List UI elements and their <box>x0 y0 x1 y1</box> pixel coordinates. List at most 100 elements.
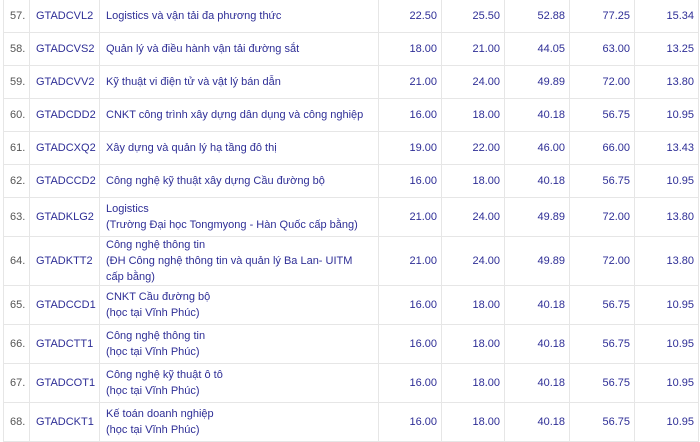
row-number: 67. <box>3 363 30 403</box>
row-number: 58. <box>3 32 30 66</box>
score-cell: 13.80 <box>634 236 699 286</box>
program-name: Logistics và vận tải đa phương thức <box>106 10 282 22</box>
score-cell: 18.00 <box>441 98 505 132</box>
score-cell: 16.00 <box>378 402 442 442</box>
program-name-cell: CNKT công trình xây dựng dân dụng và côn… <box>99 98 379 132</box>
score-cell: 18.00 <box>441 363 505 403</box>
row-number: 61. <box>3 131 30 165</box>
score-cell: 10.95 <box>634 285 699 325</box>
score-cell: 63.00 <box>569 32 635 66</box>
row-number: 57. <box>3 0 30 33</box>
score-cell: 21.00 <box>378 197 442 237</box>
table-row: 57. GTADCVL2 Logistics và vận tải đa phươn… <box>3 0 699 33</box>
program-name-cell: Công nghệ kỹ thuật xây dựng Cầu đường bộ <box>99 164 379 198</box>
program-name: Quản lý và điều hành vận tải đường sắt <box>106 43 300 55</box>
score-cell: 10.95 <box>634 98 699 132</box>
program-note: (học tại Vĩnh Phúc) <box>106 346 200 358</box>
program-name: Công nghệ thông tin <box>106 239 206 251</box>
score-cell: 18.00 <box>441 402 505 442</box>
table-row: 66. GTADCTT1 Công nghệ thông tin (học tại V… <box>3 324 699 364</box>
program-name: Kỹ thuật vi điện tử và vật lý bán dẫn <box>106 76 281 88</box>
program-name-cell: Kế toán doanh nghiệp (học tại Vĩnh Phúc) <box>99 402 379 442</box>
table-row: 60. GTADCDD2 CNKT công trình xây dựng dân … <box>3 98 699 132</box>
table-row: 58. GTADCVS2 Quản lý và điều hành vận tải … <box>3 32 699 66</box>
score-cell: 10.95 <box>634 363 699 403</box>
program-name: Công nghệ kỹ thuật xây dựng Cầu đường bộ <box>106 175 325 187</box>
program-code: GTADKTT2 <box>29 236 100 286</box>
program-name: Công nghệ kỹ thuật ô tô <box>106 369 223 381</box>
row-number: 64. <box>3 236 30 286</box>
score-cell: 49.89 <box>504 65 570 99</box>
program-name: CNKT Cầu đường bộ <box>106 291 211 303</box>
score-cell: 10.95 <box>634 402 699 442</box>
score-cell: 13.43 <box>634 131 699 165</box>
program-code: GTADCXQ2 <box>29 131 100 165</box>
score-cell: 22.50 <box>378 0 442 33</box>
row-number: 66. <box>3 324 30 364</box>
program-name-cell: Công nghệ kỹ thuật ô tô (học tại Vĩnh Phú… <box>99 363 379 403</box>
score-cell: 13.25 <box>634 32 699 66</box>
score-cell: 40.18 <box>504 363 570 403</box>
score-cell: 13.80 <box>634 197 699 237</box>
program-name-cell: Logistics (Trường Đại học Tongmyong - Hàn… <box>99 197 379 237</box>
score-cell: 24.00 <box>441 197 505 237</box>
program-code: GTADCDD2 <box>29 98 100 132</box>
row-number: 60. <box>3 98 30 132</box>
row-number: 62. <box>3 164 30 198</box>
score-cell: 16.00 <box>378 324 442 364</box>
score-cell: 40.18 <box>504 164 570 198</box>
score-cell: 56.75 <box>569 285 635 325</box>
program-note: (ĐH Công nghệ thông tin và quản lý Ba La… <box>106 255 353 283</box>
score-cell: 66.00 <box>569 131 635 165</box>
program-code: GTADCCD2 <box>29 164 100 198</box>
program-name-cell: Công nghệ thông tin (học tại Vĩnh Phúc) <box>99 324 379 364</box>
score-cell: 16.00 <box>378 285 442 325</box>
score-cell: 18.00 <box>441 324 505 364</box>
score-cell: 10.95 <box>634 164 699 198</box>
score-cell: 40.18 <box>504 402 570 442</box>
program-name: Công nghệ thông tin <box>106 330 206 342</box>
program-name: CNKT công trình xây dựng dân dụng và côn… <box>106 109 364 121</box>
row-number: 59. <box>3 65 30 99</box>
program-name-cell: Công nghệ thông tin (ĐH Công nghệ thông t… <box>99 236 379 286</box>
program-name-cell: CNKT Cầu đường bộ (học tại Vĩnh Phúc) <box>99 285 379 325</box>
score-cell: 40.18 <box>504 324 570 364</box>
score-cell: 49.89 <box>504 197 570 237</box>
score-cell: 13.80 <box>634 65 699 99</box>
score-cell: 56.75 <box>569 98 635 132</box>
score-cell: 44.05 <box>504 32 570 66</box>
score-cell: 21.00 <box>378 65 442 99</box>
program-code: GTADKLG2 <box>29 197 100 237</box>
score-cell: 16.00 <box>378 98 442 132</box>
score-cell: 56.75 <box>569 164 635 198</box>
table-row: 64. GTADKTT2 Công nghệ thông tin (ĐH Công n… <box>3 236 699 286</box>
score-cell: 40.18 <box>504 285 570 325</box>
score-cell: 15.34 <box>634 0 699 33</box>
score-cell: 18.00 <box>441 164 505 198</box>
program-name: Xây dựng và quản lý hạ tầng đô thị <box>106 142 277 154</box>
score-cell: 22.00 <box>441 131 505 165</box>
program-note: (học tại Vĩnh Phúc) <box>106 385 200 397</box>
program-note: (học tại Vĩnh Phúc) <box>106 424 200 436</box>
program-code: GTADCKT1 <box>29 402 100 442</box>
score-cell: 18.00 <box>378 32 442 66</box>
admission-score-table: 57. GTADCVL2 Logistics và vận tải đa phươn… <box>3 0 699 442</box>
score-cell: 25.50 <box>441 0 505 33</box>
score-cell: 21.00 <box>441 32 505 66</box>
program-note: (Trường Đại học Tongmyong - Hàn Quốc cấp… <box>106 219 358 231</box>
score-cell: 77.25 <box>569 0 635 33</box>
program-name-cell: Logistics và vận tải đa phương thức <box>99 0 379 33</box>
score-cell: 52.88 <box>504 0 570 33</box>
program-name: Logistics <box>106 203 149 215</box>
program-name: Kế toán doanh nghiệp <box>106 408 214 420</box>
table-row: 68. GTADCKT1 Kế toán doanh nghiệp (học tại … <box>3 402 699 442</box>
score-cell: 72.00 <box>569 65 635 99</box>
row-number: 68. <box>3 402 30 442</box>
table-row: 63. GTADKLG2 Logistics (Trường Đại học Tong… <box>3 197 699 237</box>
table-row: 67. GTADCOT1 Công nghệ kỹ thuật ô tô (học t… <box>3 363 699 403</box>
score-cell: 10.95 <box>634 324 699 364</box>
program-code: GTADCCD1 <box>29 285 100 325</box>
score-cell: 24.00 <box>441 65 505 99</box>
program-code: GTADCVL2 <box>29 0 100 33</box>
program-code: GTADCOT1 <box>29 363 100 403</box>
